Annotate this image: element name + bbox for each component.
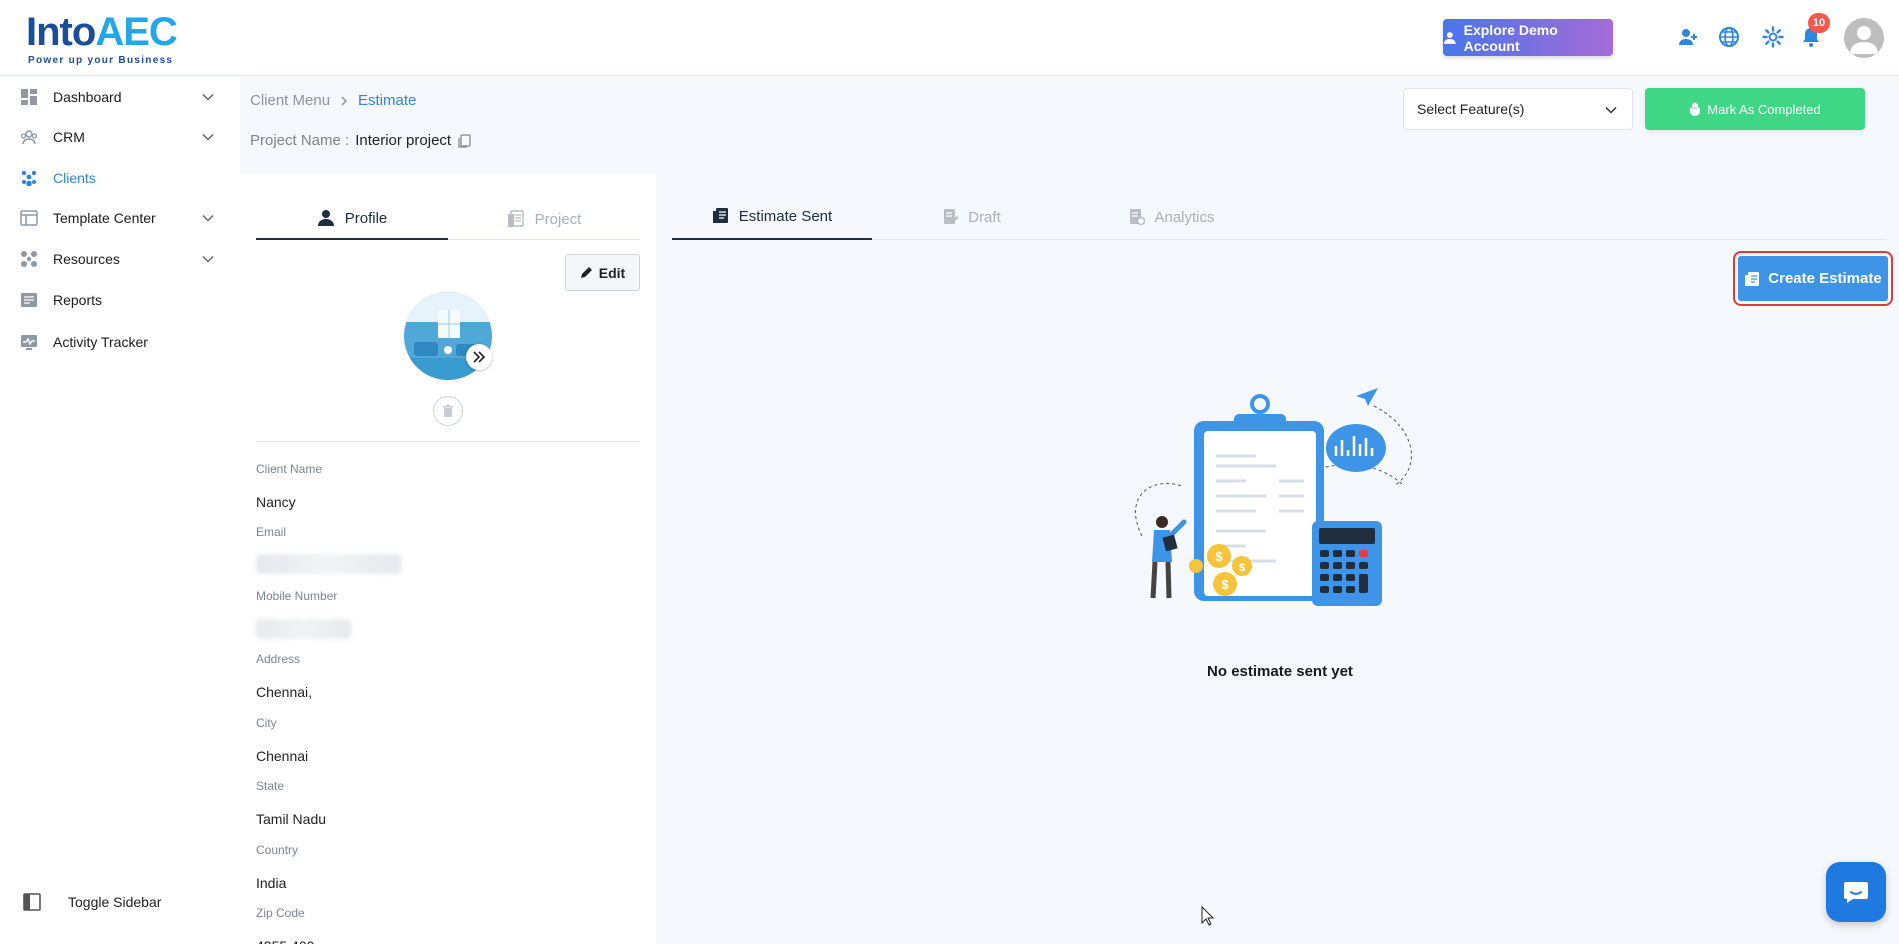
tab-profile[interactable]: Profile [256, 198, 448, 240]
city-value: Chennai [256, 748, 309, 764]
sidebar-item-clients[interactable]: Clients [0, 158, 240, 198]
client-name-value: Nancy [256, 494, 296, 510]
analytics-icon [1130, 209, 1146, 226]
estimate-document-icon [712, 208, 728, 223]
city-label: City [256, 716, 277, 730]
zip-code-label: Zip Code [256, 906, 305, 920]
user-avatar[interactable] [1844, 18, 1884, 58]
mouse-cursor-icon [1201, 906, 1215, 926]
sidebar-item-resources[interactable]: Resources [0, 239, 240, 279]
sidebar-item-activity-tracker[interactable]: Activity Tracker [0, 322, 240, 362]
change-picture-icon[interactable] [466, 344, 492, 370]
chat-icon [1844, 882, 1868, 903]
project-name-value: Interior project [355, 132, 452, 149]
notification-count-badge: 10 [1808, 13, 1830, 33]
empty-estimate-illustration: $ $ $ [1135, 388, 1412, 606]
tab-estimate-sent[interactable]: Estimate Sent [672, 194, 872, 240]
hand-icon [1690, 102, 1701, 116]
toggle-sidebar-button[interactable]: Toggle Sidebar [0, 887, 240, 917]
estimate-document-icon [1745, 271, 1760, 286]
chevron-down-icon [202, 93, 214, 101]
globe-icon[interactable] [1716, 24, 1742, 50]
explore-demo-account-button[interactable]: Explore Demo Account [1443, 19, 1613, 56]
svg-text:$: $ [1239, 562, 1245, 574]
user-icon [1443, 31, 1456, 44]
mobile-number-value-redacted [256, 619, 351, 639]
top-header: IntoAEC Power up your Business Explore D… [0, 0, 1899, 76]
project-name: Project Name : Interior project [250, 132, 473, 149]
sidebar-item-reports[interactable]: Reports [0, 280, 240, 320]
delete-picture-button[interactable] [433, 396, 463, 426]
address-value: Chennai, [256, 684, 313, 700]
estimate-tabs: Estimate Sent Draft Analytics [672, 194, 1887, 240]
sidebar-item-dashboard[interactable]: Dashboard [0, 77, 240, 117]
profile-tabs: Profile Project [256, 198, 640, 240]
chevron-down-icon [202, 255, 214, 263]
settings-gear-icon[interactable] [1760, 24, 1786, 50]
copy-icon[interactable] [457, 133, 473, 149]
country-value: India [256, 875, 287, 891]
sidebar-item-template-center[interactable]: Template Center [0, 198, 240, 238]
client-profile-panel: Profile Project Edit Client Name Nancy E… [240, 174, 656, 944]
breadcrumb-client-menu[interactable]: Client Menu [250, 92, 330, 109]
logo-tagline: Power up your Business [28, 55, 174, 66]
chevron-down-icon [202, 133, 214, 141]
template-icon [20, 210, 38, 226]
tab-analytics[interactable]: Analytics [1072, 194, 1272, 240]
resources-icon [21, 251, 37, 267]
create-estimate-button[interactable]: Create Estimate [1733, 251, 1893, 306]
svg-text:$: $ [1221, 577, 1229, 592]
email-label: Email [256, 525, 287, 539]
clients-icon [21, 170, 37, 186]
state-value: Tamil Nadu [256, 811, 327, 827]
trash-icon [443, 404, 453, 417]
edit-profile-button[interactable]: Edit [565, 254, 640, 291]
person-icon [317, 210, 334, 226]
crm-icon [20, 130, 38, 145]
mark-as-completed-button[interactable]: Mark As Completed [1645, 88, 1865, 130]
reports-icon [21, 293, 37, 307]
chat-support-button[interactable] [1826, 862, 1886, 922]
empty-state-message: No estimate sent yet [1207, 663, 1353, 680]
tab-project[interactable]: Project [448, 198, 640, 240]
dashboard-icon [21, 89, 37, 105]
state-label: State [256, 779, 285, 793]
zip-code-value: 4255 400 [256, 938, 314, 944]
tab-draft[interactable]: Draft [872, 194, 1072, 240]
intoaec-logo[interactable]: IntoAEC Power up your Business [26, 8, 181, 66]
sidebar-toggle-icon [23, 893, 41, 911]
sidebar-item-crm[interactable]: CRM [0, 117, 240, 157]
pencil-icon [580, 267, 592, 278]
project-document-icon [507, 210, 524, 227]
profile-divider [256, 441, 640, 442]
country-label: Country [256, 843, 299, 857]
address-label: Address [256, 652, 301, 666]
email-value-redacted [256, 554, 401, 574]
chevron-down-icon [1605, 106, 1617, 114]
logo-wordmark: IntoAEC [26, 10, 178, 54]
add-user-icon[interactable] [1675, 24, 1701, 50]
svg-text:$: $ [1215, 549, 1223, 564]
draft-icon [944, 209, 959, 224]
activity-icon [21, 335, 37, 350]
mobile-number-label: Mobile Number [256, 589, 338, 603]
select-feature-dropdown[interactable]: Select Feature(s) [1403, 88, 1633, 130]
breadcrumb-current: Estimate [358, 92, 417, 109]
sidebar: Dashboard CRM Clients Template Center Re… [0, 77, 240, 944]
chevron-down-icon [202, 214, 214, 222]
chevron-right-icon [341, 95, 348, 106]
client-name-label: Client Name [256, 462, 323, 476]
breadcrumb: Client Menu Estimate [250, 92, 416, 109]
